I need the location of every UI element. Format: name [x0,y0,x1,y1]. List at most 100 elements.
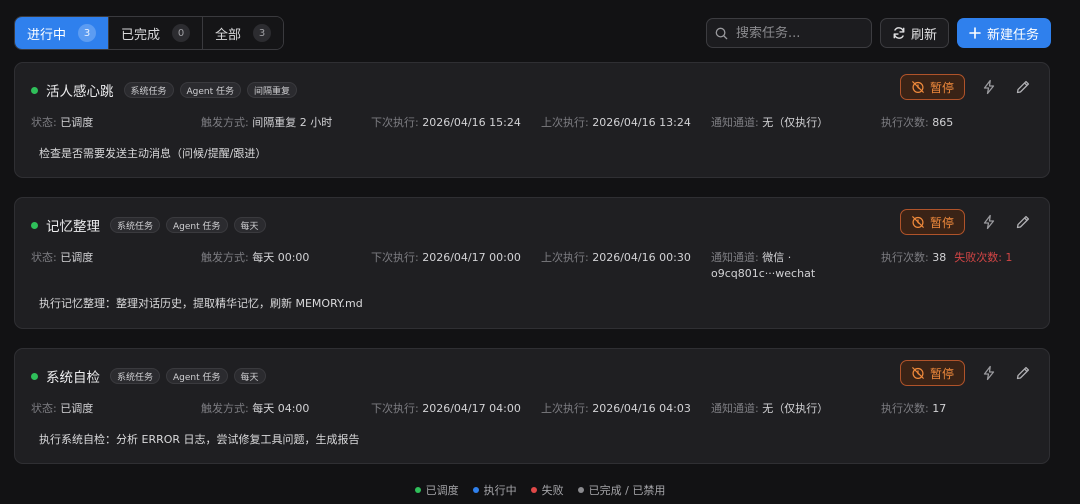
search-box [706,18,872,48]
pause-button[interactable]: 暂停 [900,74,965,100]
legend-item-done-disabled: 已完成 / 已禁用 [577,482,665,498]
run-now-button[interactable] [979,212,999,232]
run-now-button[interactable] [979,363,999,383]
pencil-icon [1016,80,1030,94]
next-run-value: 2026/04/17 00:00 [422,251,521,264]
task-title: 活人感心跳 [46,84,114,100]
task-tag: 系统任务 [110,368,161,384]
edit-button[interactable] [1013,363,1033,383]
task-description: 执行记忆整理：整理对话历史，提取精华记忆，刷新 MEMORY.md [39,297,363,310]
pause-label: 暂停 [929,215,954,230]
toolbar: 进行中 3 已完成 0 全部 3 搜索任务... 刷新 新建任务 [14,16,1051,50]
last-run-field: 上次执行: 2026/04/16 13:24 [541,116,691,129]
channel-value: 微信 · [762,251,792,264]
tab-in-progress[interactable]: 进行中 3 [15,17,110,49]
pause-label: 暂停 [929,366,954,381]
run-count-value: 38 [932,251,947,264]
search-icon [715,27,728,39]
new-task-button[interactable]: 新建任务 [957,18,1051,48]
trigger-field: 触发方式: 间隔重复 2 小时 [201,116,333,129]
next-run-field: 下次执行: 2026/04/17 04:00 [371,402,521,415]
legend-dot [414,487,421,493]
run-count-value: 17 [932,402,947,415]
status-value: 已调度 [60,251,94,264]
channel-id-value: o9cq801c···wechat [711,267,816,280]
legend-dot [577,487,584,493]
task-card: 系统自检 系统任务 Agent 任务 每天 暂停 状态: 已调度 触发方式: 每… [14,348,1050,464]
channel-field: 通知通道: 微信 · o9cq801c···wechat [711,251,816,280]
last-run-value: 2026/04/16 00:30 [592,251,691,264]
trigger-value: 间隔重复 2 小时 [252,116,333,129]
lightning-icon [983,79,995,95]
legend-dot [472,487,479,493]
tab-count-badge: 3 [253,24,272,42]
last-run-value: 2026/04/16 04:03 [592,402,691,415]
task-title: 系统自检 [46,370,100,386]
task-description: 执行系统自检：分析 ERROR 日志，尝试修复工具问题，生成报告 [39,433,360,446]
next-run-field: 下次执行: 2026/04/17 00:00 [371,251,521,264]
run-count-field: 执行次数: 17 [881,402,947,415]
task-card-header: 记忆整理 系统任务 Agent 任务 每天 [31,215,266,235]
trigger-field: 触发方式: 每天 00:00 [201,251,310,264]
fail-count: 失败次数: 1 [954,251,1013,264]
edit-button[interactable] [1013,212,1033,232]
edit-button[interactable] [1013,77,1033,97]
task-tag: Agent 任务 [166,368,228,384]
refresh-icon [893,27,905,39]
pause-label: 暂停 [929,80,954,95]
task-tag: Agent 任务 [179,82,242,98]
status-value: 已调度 [60,116,94,129]
status-value: 已调度 [60,402,94,415]
task-tag: 间隔重复 [247,82,298,98]
status-legend: 已调度 执行中 失败 已完成 / 已禁用 [0,482,1080,498]
status-field: 状态: 已调度 [31,402,94,415]
next-run-value: 2026/04/16 15:24 [422,116,521,129]
task-tag: 每天 [233,217,266,233]
channel-field: 通知通道: 无（仅执行） [711,402,829,415]
task-card: 记忆整理 系统任务 Agent 任务 每天 暂停 状态: 已调度 触发方式: 每… [14,197,1050,329]
legend-item-scheduled: 已调度 [414,482,459,498]
tab-label: 已完成 [121,27,161,43]
tab-count-badge: 0 [172,24,191,42]
tab-all[interactable]: 全部 3 [203,17,284,49]
run-count-field: 执行次数: 865 [881,116,954,129]
pause-button[interactable]: 暂停 [900,360,965,386]
task-tag: 系统任务 [123,82,174,98]
status-dot [31,221,38,229]
tab-completed[interactable]: 已完成 0 [109,17,204,49]
status-dot [31,372,38,380]
run-count-field: 执行次数: 38 失败次数: 1 [881,251,1013,264]
channel-value: 无（仅执行） [762,116,829,129]
lightning-icon [983,365,995,381]
pause-clock-icon [912,216,924,228]
search-input[interactable] [736,25,856,41]
last-run-field: 上次执行: 2026/04/16 00:30 [541,251,691,264]
next-run-value: 2026/04/17 04:00 [422,402,521,415]
legend-dot [530,487,537,493]
plus-icon [969,27,981,39]
trigger-value: 每天 04:00 [252,402,310,415]
task-title: 记忆整理 [46,219,100,235]
task-card-header: 系统自检 系统任务 Agent 任务 每天 [31,366,266,386]
refresh-button[interactable]: 刷新 [880,18,949,48]
last-run-value: 2026/04/16 13:24 [592,116,691,129]
task-tag: Agent 任务 [166,217,228,233]
legend-item-failed: 失败 [530,482,564,498]
new-task-label: 新建任务 [986,27,1039,43]
pencil-icon [1016,366,1030,380]
status-field: 状态: 已调度 [31,251,94,264]
pause-clock-icon [912,367,924,379]
run-count-value: 865 [932,116,954,129]
last-run-field: 上次执行: 2026/04/16 04:03 [541,402,691,415]
task-description: 检查是否需要发送主动消息（问候/提醒/跟进） [39,147,267,160]
trigger-field: 触发方式: 每天 04:00 [201,402,310,415]
task-actions: 暂停 [900,209,1033,235]
task-card-header: 活人感心跳 系统任务 Agent 任务 间隔重复 [31,80,298,100]
pause-button[interactable]: 暂停 [900,209,965,235]
run-now-button[interactable] [979,77,999,97]
legend-item-running: 执行中 [472,482,517,498]
status-dot [31,86,38,94]
task-tag: 每天 [233,368,266,384]
pencil-icon [1016,215,1030,229]
filter-tabs: 进行中 3 已完成 0 全部 3 [14,16,285,50]
